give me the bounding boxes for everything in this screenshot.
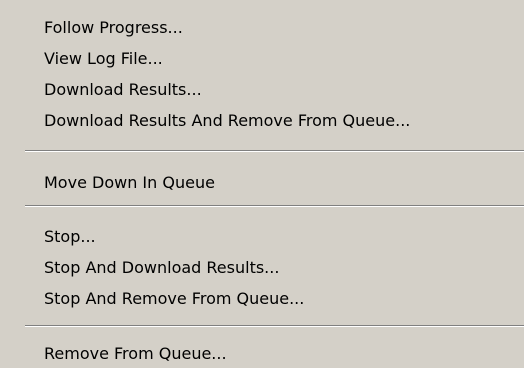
menu-item-stop-and-download-results[interactable]: Stop And Download Results... — [44, 254, 279, 282]
menu-item-move-down-in-queue[interactable]: Move Down In Queue — [44, 169, 215, 197]
menu-item-follow-progress[interactable]: Follow Progress... — [44, 14, 183, 42]
context-menu: Follow Progress... View Log File... Down… — [0, 0, 524, 368]
menu-item-remove-from-queue[interactable]: Remove From Queue... — [44, 340, 227, 368]
menu-separator — [25, 205, 524, 207]
menu-separator — [25, 150, 524, 152]
menu-item-stop[interactable]: Stop... — [44, 223, 96, 251]
menu-item-stop-and-remove-from-queue[interactable]: Stop And Remove From Queue... — [44, 285, 304, 313]
menu-item-download-results-and-remove[interactable]: Download Results And Remove From Queue..… — [44, 107, 410, 135]
menu-item-view-log-file[interactable]: View Log File... — [44, 45, 163, 73]
menu-separator — [25, 325, 524, 327]
menu-item-download-results[interactable]: Download Results... — [44, 76, 202, 104]
